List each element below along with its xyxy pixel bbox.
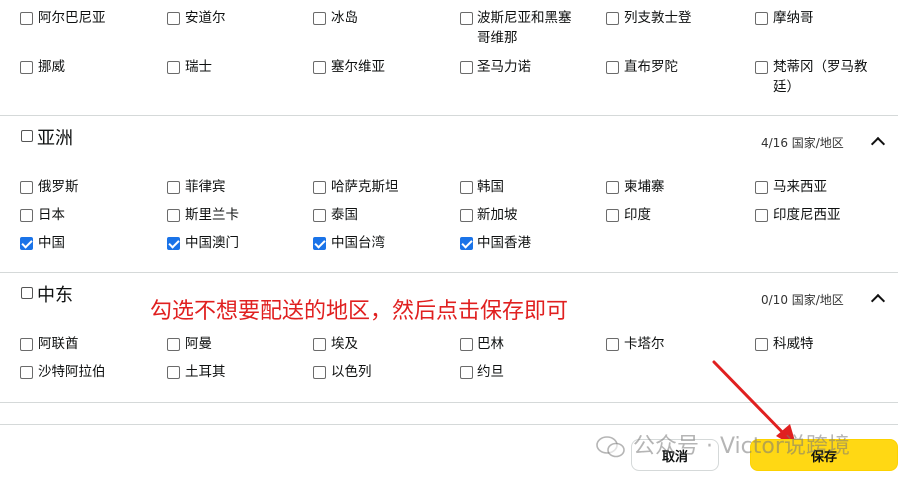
cancel-button-label: 取消 [661,449,688,465]
country-checkbox[interactable] [20,61,33,74]
country-label: 中国澳门 [185,235,239,251]
country-checkbox[interactable] [606,12,619,25]
country-checkbox[interactable] [313,181,326,194]
country-checkbox[interactable] [755,209,768,222]
country-checkbox[interactable] [20,12,33,25]
country-label: 菲律宾 [185,179,226,195]
country-label: 以色列 [331,364,372,380]
country-checkbox[interactable] [460,209,473,222]
country-label: 梵蒂冈（罗马教廷） [773,59,868,95]
country-label: 日本 [38,207,65,223]
country-checkbox[interactable] [313,209,326,222]
country-label: 马来西亚 [773,179,827,195]
section-divider [0,272,898,273]
country-checkbox[interactable] [606,338,619,351]
country-label: 柬埔寨 [624,179,665,195]
country-checkbox[interactable] [755,338,768,351]
country-label: 直布罗陀 [624,59,678,75]
country-label: 印度尼西亚 [773,207,841,223]
country-label: 挪威 [38,59,65,75]
country-checkbox[interactable] [313,61,326,74]
country-label: 瑞士 [185,59,212,75]
save-button[interactable]: 保存 [750,439,898,471]
country-checkbox-checked[interactable] [313,237,326,250]
country-label: 中国 [38,235,65,251]
save-button-label: 保存 [810,449,837,465]
country-label: 阿联酋 [38,336,79,352]
country-label: 阿曼 [185,336,212,352]
country-label: 韩国 [477,179,504,195]
section-divider [0,115,898,116]
region-checkbox-asia[interactable] [21,130,33,142]
region-checkbox-middle-east[interactable] [21,287,33,299]
country-label: 塞尔维亚 [331,59,385,75]
country-checkbox[interactable] [460,61,473,74]
wechat-icon [596,436,625,458]
country-label: 圣马力诺 [477,59,531,75]
country-label: 沙特阿拉伯 [38,364,106,380]
country-label: 冰岛 [331,10,358,26]
country-checkbox-checked[interactable] [460,237,473,250]
cancel-button[interactable]: 取消 [631,439,719,471]
country-checkbox-checked[interactable] [20,237,33,250]
country-checkbox[interactable] [167,209,180,222]
chevron-up-icon[interactable] [870,136,886,152]
country-label: 阿尔巴尼亚 [38,10,106,26]
country-checkbox[interactable] [460,181,473,194]
country-label: 约旦 [477,364,504,380]
section-divider [0,402,898,403]
country-label: 波斯尼亚和黑塞哥维那 [477,10,572,46]
country-checkbox[interactable] [167,61,180,74]
country-checkbox[interactable] [313,338,326,351]
country-checkbox[interactable] [20,181,33,194]
country-label: 新加坡 [477,207,518,223]
chevron-up-icon[interactable] [870,293,886,309]
country-label: 安道尔 [185,10,226,26]
country-label: 列支敦士登 [624,10,692,26]
country-checkbox[interactable] [460,338,473,351]
country-label: 中国香港 [477,235,531,251]
region-count-middle-east: 0/10 国家/地区 [761,293,844,307]
country-label: 巴林 [477,336,504,352]
country-checkbox[interactable] [460,366,473,379]
country-checkbox[interactable] [313,366,326,379]
footer-divider [0,424,898,425]
country-checkbox[interactable] [20,338,33,351]
country-checkbox[interactable] [606,61,619,74]
country-label: 哈萨克斯坦 [331,179,399,195]
country-label: 泰国 [331,207,358,223]
country-checkbox[interactable] [755,12,768,25]
country-label: 科威特 [773,336,814,352]
country-checkbox[interactable] [20,366,33,379]
country-checkbox[interactable] [20,209,33,222]
country-checkbox[interactable] [167,12,180,25]
country-checkbox[interactable] [755,61,768,74]
region-title-asia: 亚洲 [37,128,73,149]
country-label: 摩纳哥 [773,10,814,26]
country-label: 印度 [624,207,651,223]
country-label: 斯里兰卡 [185,207,239,223]
country-checkbox[interactable] [167,366,180,379]
country-checkbox[interactable] [606,181,619,194]
country-label: 俄罗斯 [38,179,79,195]
annotation-text: 勾选不想要配送的地区，然后点击保存即可 [150,299,569,324]
country-checkbox-checked[interactable] [167,237,180,250]
region-title-middle-east: 中东 [37,285,73,306]
country-label: 埃及 [331,336,358,352]
region-count-asia: 4/16 国家/地区 [761,136,844,150]
country-label: 中国台湾 [331,235,385,251]
country-checkbox[interactable] [167,181,180,194]
country-checkbox[interactable] [755,181,768,194]
country-checkbox[interactable] [167,338,180,351]
country-checkbox[interactable] [313,12,326,25]
country-label: 卡塔尔 [624,336,665,352]
country-checkbox[interactable] [460,12,473,25]
country-label: 土耳其 [185,364,226,380]
country-checkbox[interactable] [606,209,619,222]
